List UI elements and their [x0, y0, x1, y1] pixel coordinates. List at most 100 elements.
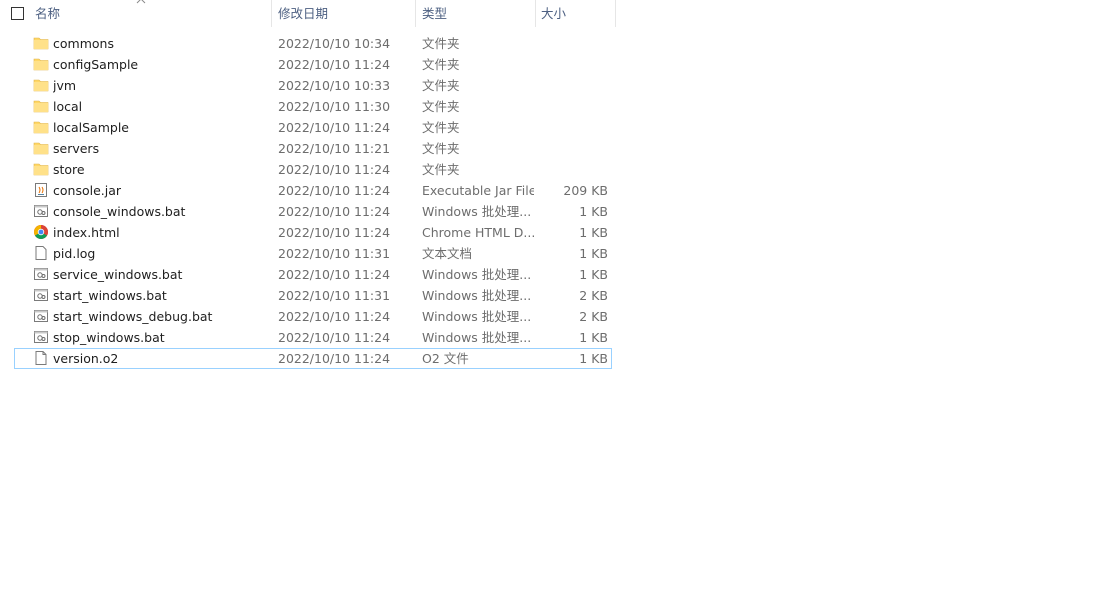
file-row[interactable]: commons 2022/10/10 10:34 文件夹	[0, 33, 620, 54]
file-size	[540, 138, 608, 159]
file-row[interactable]: localSample 2022/10/10 11:24 文件夹	[0, 117, 620, 138]
file-name[interactable]: console.jar	[53, 180, 268, 201]
file-size	[540, 33, 608, 54]
file-size	[540, 75, 608, 96]
file-type: 文件夹	[422, 141, 460, 156]
folder-icon	[33, 117, 49, 138]
file-modified-date: 2022/10/10 11:24	[278, 351, 391, 366]
file-modified-date: 2022/10/10 11:24	[278, 120, 391, 135]
file-name[interactable]: index.html	[53, 222, 268, 243]
file-name[interactable]: localSample	[53, 117, 268, 138]
file-row[interactable]: index.html 2022/10/10 11:24 Chrome HTML D.…	[0, 222, 620, 243]
file-type: 文件夹	[422, 162, 460, 177]
column-divider[interactable]	[415, 0, 416, 27]
file-type: 文件夹	[422, 99, 460, 114]
file-explorer: 名称 修改日期 类型 大小 commons 2022/10/10 10:34 文件夹…	[0, 0, 1096, 610]
file-row[interactable]: store 2022/10/10 11:24 文件夹	[0, 159, 620, 180]
jar-icon	[33, 180, 49, 201]
file-type: Windows 批处理...	[422, 330, 532, 345]
file-name[interactable]: configSample	[53, 54, 268, 75]
file-name[interactable]: local	[53, 96, 268, 117]
file-name[interactable]: pid.log	[53, 243, 268, 264]
select-all-checkbox[interactable]	[11, 7, 24, 20]
column-header-name[interactable]: 名称	[35, 0, 265, 27]
file-row[interactable]: console_windows.bat 2022/10/10 11:24 Windo…	[0, 201, 620, 222]
file-modified-date: 2022/10/10 11:24	[278, 183, 391, 198]
file-modified-date: 2022/10/10 11:24	[278, 225, 391, 240]
file-size: 1 KB	[579, 267, 608, 282]
column-header-date[interactable]: 修改日期	[278, 0, 408, 27]
file-type: 文件夹	[422, 57, 460, 72]
file-list: commons 2022/10/10 10:34 文件夹 configSample 20…	[0, 33, 620, 369]
file-name[interactable]: commons	[53, 33, 268, 54]
file-row[interactable]: service_windows.bat 2022/10/10 11:24 Windo…	[0, 264, 620, 285]
file-row[interactable]: jvm 2022/10/10 10:33 文件夹	[0, 75, 620, 96]
file-type: Windows 批处理...	[422, 309, 532, 324]
text-file-icon	[33, 243, 49, 264]
file-size: 1 KB	[579, 351, 608, 366]
file-row[interactable]: servers 2022/10/10 11:21 文件夹	[0, 138, 620, 159]
file-name[interactable]: servers	[53, 138, 268, 159]
file-size	[540, 54, 608, 75]
file-name[interactable]: start_windows_debug.bat	[53, 306, 268, 327]
folder-icon	[33, 75, 49, 96]
file-modified-date: 2022/10/10 11:31	[278, 288, 391, 303]
file-type: 文件夹	[422, 120, 460, 135]
file-type: 文件夹	[422, 78, 460, 93]
column-header-row: 名称 修改日期 类型 大小	[0, 0, 616, 28]
file-type: 文件夹	[422, 36, 460, 51]
file-modified-date: 2022/10/10 11:31	[278, 246, 391, 261]
file-type: 文本文档	[422, 246, 473, 261]
file-row[interactable]: version.o2 2022/10/10 11:24 O2 文件 1 KB	[0, 348, 620, 369]
file-type: Chrome HTML D...	[422, 225, 534, 240]
column-divider[interactable]	[615, 0, 616, 27]
column-divider[interactable]	[535, 0, 536, 27]
file-row[interactable]: start_windows_debug.bat 2022/10/10 11:24 W…	[0, 306, 620, 327]
file-modified-date: 2022/10/10 11:30	[278, 99, 391, 114]
file-row[interactable]: pid.log 2022/10/10 11:31 文本文档 1 KB	[0, 243, 620, 264]
file-size: 2 KB	[579, 309, 608, 324]
file-name[interactable]: version.o2	[53, 348, 268, 369]
file-modified-date: 2022/10/10 11:24	[278, 162, 391, 177]
file-modified-date: 2022/10/10 11:24	[278, 267, 391, 282]
file-size: 1 KB	[579, 204, 608, 219]
file-size	[540, 159, 608, 180]
file-size	[540, 96, 608, 117]
file-name[interactable]: store	[53, 159, 268, 180]
file-name[interactable]: stop_windows.bat	[53, 327, 268, 348]
file-modified-date: 2022/10/10 10:33	[278, 78, 391, 93]
file-row[interactable]: start_windows.bat 2022/10/10 11:31 Windows…	[0, 285, 620, 306]
file-type: Executable Jar File	[422, 183, 534, 198]
batch-file-icon	[33, 264, 49, 285]
file-row[interactable]: console.jar 2022/10/10 11:24 Executable Ja…	[0, 180, 620, 201]
file-row[interactable]: configSample 2022/10/10 11:24 文件夹	[0, 54, 620, 75]
file-name[interactable]: service_windows.bat	[53, 264, 268, 285]
batch-file-icon	[33, 306, 49, 327]
folder-icon	[33, 138, 49, 159]
file-row[interactable]: local 2022/10/10 11:30 文件夹	[0, 96, 620, 117]
file-modified-date: 2022/10/10 11:21	[278, 141, 391, 156]
file-size	[540, 117, 608, 138]
column-header-type[interactable]: 类型	[422, 0, 530, 27]
file-name[interactable]: start_windows.bat	[53, 285, 268, 306]
blank-file-icon	[33, 348, 49, 369]
file-row[interactable]: stop_windows.bat 2022/10/10 11:24 Windows …	[0, 327, 620, 348]
batch-file-icon	[33, 201, 49, 222]
folder-icon	[33, 54, 49, 75]
file-size: 2 KB	[579, 288, 608, 303]
file-modified-date: 2022/10/10 11:24	[278, 204, 391, 219]
file-modified-date: 2022/10/10 11:24	[278, 57, 391, 72]
file-modified-date: 2022/10/10 10:34	[278, 36, 391, 51]
file-modified-date: 2022/10/10 11:24	[278, 309, 391, 324]
column-divider[interactable]	[271, 0, 272, 27]
file-name[interactable]: console_windows.bat	[53, 201, 268, 222]
folder-icon	[33, 33, 49, 54]
file-type: Windows 批处理...	[422, 267, 532, 282]
column-header-size[interactable]: 大小	[541, 0, 611, 27]
file-name[interactable]: jvm	[53, 75, 268, 96]
file-modified-date: 2022/10/10 11:24	[278, 330, 391, 345]
file-type: O2 文件	[422, 351, 469, 366]
file-size: 1 KB	[579, 246, 608, 261]
batch-file-icon	[33, 285, 49, 306]
chrome-icon	[33, 222, 49, 243]
